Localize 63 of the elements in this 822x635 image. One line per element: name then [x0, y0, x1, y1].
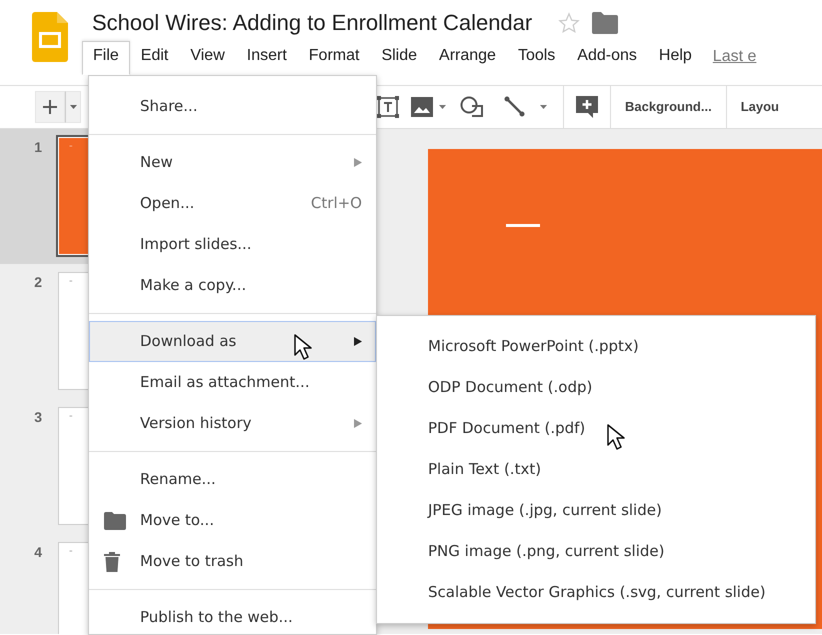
slide-number: 3 — [33, 408, 43, 427]
menu-item[interactable]: PNG image (.png, current slide) — [377, 531, 815, 572]
layout-button[interactable]: Layou — [732, 97, 787, 117]
menu-item-label: Move to... — [140, 510, 214, 532]
menu-item[interactable]: Version history — [89, 403, 376, 444]
menu-item[interactable]: Make a copy... — [89, 265, 376, 306]
menu-item-label: Import slides... — [140, 234, 252, 256]
menu-item[interactable]: Help — [648, 41, 703, 75]
menu-item-label: Move to trash — [140, 551, 244, 572]
cursor-icon — [606, 423, 626, 451]
menu-item-label: Email as attachment... — [140, 372, 310, 394]
menu-item[interactable]: Add-ons — [566, 41, 648, 75]
menu-item[interactable]: Move to trash — [89, 541, 376, 582]
menu-item-label: Publish to the web... — [140, 607, 293, 628]
menu-item[interactable]: View — [179, 41, 236, 75]
menu-item[interactable]: JPEG image (.jpg, current slide) — [377, 490, 815, 531]
menu-item[interactable]: Move to... — [89, 500, 376, 541]
title-placeholder-line — [506, 224, 540, 227]
menu-item[interactable]: Publish to the web... — [89, 597, 376, 634]
menu-item[interactable]: New — [89, 142, 376, 183]
star-icon[interactable] — [558, 12, 580, 34]
menu-item[interactable]: Slide — [370, 41, 428, 75]
menu-item-label: Version history — [140, 413, 252, 434]
menu-item-label: Open... — [140, 193, 194, 214]
caret-icon[interactable] — [439, 105, 446, 109]
caret-icon — [70, 105, 76, 109]
menu-item[interactable]: Rename... — [89, 459, 376, 500]
menu-item[interactable]: Microsoft PowerPoint (.pptx) — [377, 326, 815, 367]
menu-item[interactable]: Scalable Vector Graphics (.svg, current slide) — [377, 572, 815, 613]
menu-item[interactable]: Open... Ctrl+O — [89, 183, 376, 224]
menu-item[interactable]: Insert — [236, 41, 298, 75]
menu-item[interactable]: File — [82, 41, 130, 75]
menu-item-label: Download as — [140, 331, 236, 352]
menu-item[interactable]: Share... — [89, 86, 376, 127]
caret-icon[interactable] — [540, 105, 547, 109]
menu-item[interactable]: Format — [298, 41, 370, 75]
new-slide-dropdown[interactable] — [65, 91, 81, 123]
menu-item[interactable]: Email as attachment... — [89, 362, 376, 403]
trash-icon — [104, 552, 120, 572]
folder-icon — [104, 512, 126, 530]
cursor-icon — [293, 333, 313, 361]
menu-item[interactable]: Tools — [506, 41, 566, 75]
slide-number: 4 — [33, 543, 43, 562]
slide-number: 1 — [33, 138, 43, 157]
menu-item-label: Share... — [140, 96, 198, 118]
last-edit-link[interactable]: Last e — [702, 41, 766, 75]
shortcut-text: Ctrl+O — [310, 193, 362, 214]
menu-item[interactable]: Download as — [89, 321, 376, 362]
menu-item[interactable]: Plain Text (.txt) — [377, 449, 815, 490]
menu-item[interactable]: Edit — [130, 41, 180, 75]
menu-item-label: New — [140, 152, 173, 174]
menu-item[interactable]: PDF Document (.pdf) — [377, 408, 815, 449]
new-slide-button[interactable] — [35, 91, 65, 123]
menu-item[interactable]: Import slides... — [89, 224, 376, 265]
plus-icon — [43, 100, 57, 114]
menu-item[interactable]: Arrange — [428, 41, 507, 75]
menu-item-label: Make a copy... — [140, 275, 246, 296]
slide-number: 2 — [33, 273, 43, 292]
menu-item-label: Rename... — [140, 469, 216, 490]
menu-item[interactable]: ODP Document (.odp) — [377, 367, 815, 408]
background-button[interactable]: Background... — [617, 97, 720, 117]
document-title[interactable]: School Wires: Adding to Enrollment Calendar — [92, 10, 532, 36]
folder-icon[interactable] — [592, 12, 618, 34]
